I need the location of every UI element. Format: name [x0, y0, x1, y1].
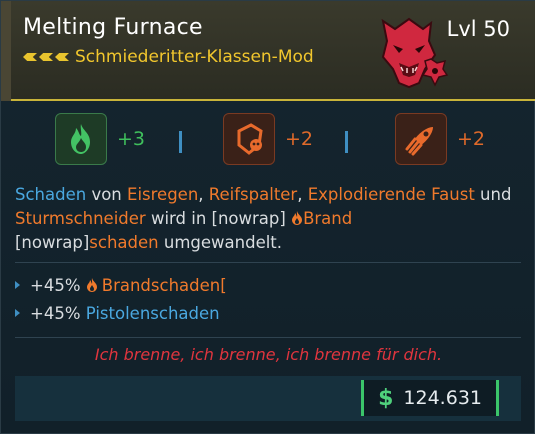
desc-skill: Eisregen — [127, 185, 199, 204]
stat-list: +45% Brandschaden[ +45% Pistolenschaden — [15, 271, 525, 327]
desc-damage: Schaden — [15, 185, 87, 204]
class-emblem-icon — [381, 17, 449, 89]
desc-skill: Reifspalter — [208, 185, 298, 204]
perk-3[interactable]: +2 — [395, 113, 485, 165]
perk-3-value: +2 — [457, 128, 486, 150]
desc-element: schaden — [89, 233, 159, 252]
bullet-icon — [15, 281, 20, 289]
stat-label: Pistolenschaden — [85, 303, 220, 323]
stat-row: +45% Brandschaden[ — [15, 271, 525, 299]
perk-1-value: +3 — [117, 128, 146, 150]
desc-skill: Sturmschneider — [15, 209, 146, 228]
flame-icon — [292, 211, 303, 225]
item-title: Melting Furnace — [23, 15, 203, 40]
perk-divider — [345, 131, 348, 153]
perk-1[interactable]: +3 — [55, 113, 145, 165]
currency-icon: $ — [378, 385, 394, 411]
perk-2[interactable]: +2 — [223, 113, 313, 165]
card-footer: $ 124.631 — [15, 376, 521, 421]
perk-divider — [179, 131, 182, 153]
fire-burst-icon — [55, 113, 107, 165]
price-tag: $ 124.631 — [361, 380, 499, 416]
flame-icon — [86, 278, 97, 292]
card-header: Melting Furnace Lvl 50 Schmiederitter-Kl… — [1, 1, 535, 101]
rarity-chevron-icon — [23, 53, 69, 61]
flavor-text: Ich brenne, ich brenne, ich brenne für d… — [94, 345, 443, 364]
subtitle-row: Schmiederitter-Klassen-Mod — [23, 47, 314, 67]
bullet-icon — [15, 309, 20, 317]
perk-row: +3 +2 +2 — [1, 105, 535, 173]
divider — [15, 337, 521, 338]
price-value: 124.631 — [403, 387, 482, 409]
item-level: Lvl 50 — [446, 17, 510, 41]
item-description: Schaden von Eisregen, Reifspalter, Explo… — [15, 185, 512, 252]
item-subtitle: Schmiederitter-Klassen-Mod — [75, 47, 314, 67]
stat-row: +45% Pistolenschaden — [15, 299, 525, 327]
stat-label: Brandschaden[ — [101, 275, 227, 295]
helmet-skull-icon — [223, 113, 275, 165]
desc-skill: Explodierende Faust — [307, 185, 475, 204]
stat-prefix: +45% — [30, 303, 81, 323]
rocket-comet-icon — [395, 113, 447, 165]
stat-prefix: +45% — [30, 275, 81, 295]
divider — [15, 262, 521, 263]
perk-2-value: +2 — [285, 128, 314, 150]
desc-element: Brand — [303, 209, 353, 228]
item-card: Melting Furnace Lvl 50 Schmiederitter-Kl… — [0, 0, 535, 434]
